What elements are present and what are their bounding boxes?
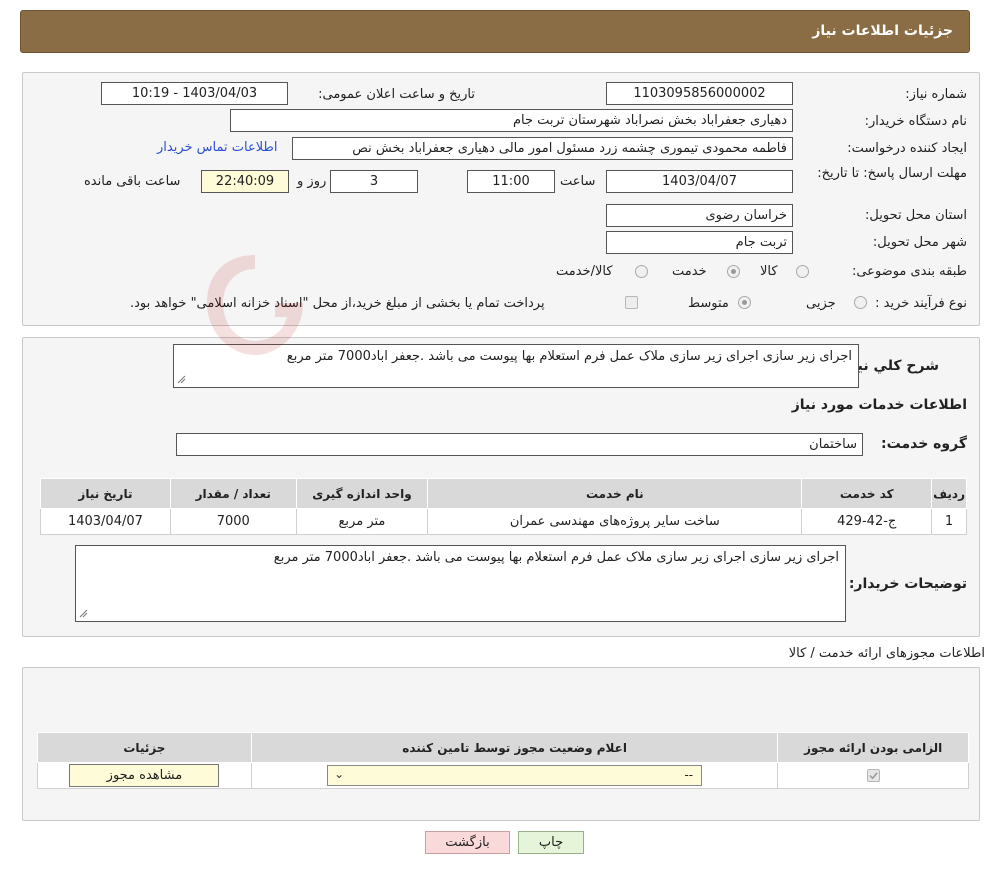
- deadline-date-field: 1403/04/07: [606, 170, 793, 193]
- col-permit-status: اعلام وضعیت مجوز توسط تامین کننده: [250, 732, 779, 763]
- col-permit-required: الزامی بودن ارائه مجوز: [777, 732, 969, 763]
- view-permit-button[interactable]: مشاهده مجوز: [69, 764, 220, 787]
- col-need-date: تاریخ نیاز: [40, 478, 171, 509]
- process-medium-label: متوسط: [688, 296, 729, 311]
- category-goods-service-radio[interactable]: [635, 265, 648, 278]
- cell-service-name: ساخت سایر پروژه‌های مهندسی عمران: [427, 508, 803, 535]
- resize-grip-icon[interactable]: [176, 374, 186, 384]
- category-service-label: خدمت: [672, 264, 707, 279]
- city-field: تربت جام: [606, 231, 793, 254]
- col-service-code: کد خدمت: [801, 478, 933, 509]
- services-section-title: اطلاعات خدمات مورد نياز: [791, 397, 967, 413]
- table-row: 1 ج-42-429 ساخت سایر پروژه‌های مهندسی عم…: [40, 508, 967, 535]
- days-field: 3: [330, 170, 418, 193]
- col-quantity: تعداد / مقدار: [169, 478, 297, 509]
- cell-service-code: ج-42-429: [801, 508, 933, 535]
- page-title: جزئیات اطلاعات نیاز: [812, 23, 953, 39]
- category-goods-label: کالا: [760, 264, 778, 279]
- creator-field: فاطمه محمودی تیموری چشمه زرد مسئول امور …: [292, 137, 793, 160]
- creator-label: ایجاد کننده درخواست:: [847, 141, 967, 156]
- remaining-time-field: 22:40:09: [201, 170, 289, 193]
- need-number-field: 1103095856000002: [606, 82, 793, 105]
- col-unit: واحد اندازه گیری: [295, 478, 429, 509]
- category-goods-service-label: کالا/خدمت: [556, 264, 613, 279]
- permits-table: الزامی بودن ارائه مجوز اعلام وضعیت مجوز …: [37, 732, 969, 789]
- deadline-time-label: ساعت: [560, 174, 596, 189]
- treasury-payment-note: پرداخت تمام یا بخشی از مبلغ خرید،از محل …: [130, 296, 545, 311]
- category-label: طبقه بندی موضوعی:: [851, 264, 967, 279]
- announce-datetime-field: 1403/04/03 - 10:19: [101, 82, 288, 105]
- print-button[interactable]: چاپ: [518, 831, 584, 854]
- page-header: جزئیات اطلاعات نیاز: [20, 10, 970, 53]
- buyer-org-label: نام دستگاه خریدار:: [864, 114, 967, 129]
- resize-grip-icon[interactable]: [78, 608, 88, 618]
- permit-status-select[interactable]: ⌄ --: [327, 765, 703, 786]
- buyer-notes-label: توضیحات خریدار:: [848, 576, 967, 592]
- permit-status-value: --: [684, 768, 694, 782]
- process-minor-label: جزیی: [806, 296, 836, 311]
- service-group-label: گروه خدمت:: [881, 436, 967, 452]
- summary-textarea[interactable]: اجرای زیر سازی اجرای زیر سازی ملاک عمل ف…: [173, 344, 859, 388]
- buyer-org-field: دهیاری جعفراباد بخش نصراباد شهرستان تربت…: [230, 109, 793, 132]
- chevron-down-icon: ⌄: [334, 767, 345, 781]
- cell-row-number: 1: [931, 508, 967, 535]
- service-group-field: ساختمان: [176, 433, 863, 456]
- check-icon: [869, 772, 878, 780]
- process-type-label: نوع فرآیند خرید :: [875, 296, 967, 311]
- permit-required-cell: [777, 762, 969, 789]
- remaining-label: ساعت باقی مانده: [84, 174, 181, 189]
- col-service-name: نام خدمت: [427, 478, 803, 509]
- process-minor-radio[interactable]: [854, 296, 867, 309]
- deadline-label: مهلت ارسال پاسخ: تا تاریخ:: [817, 166, 967, 181]
- province-label: استان محل تحویل:: [865, 208, 967, 223]
- city-label: شهر محل تحویل:: [872, 235, 967, 250]
- treasury-payment-checkbox[interactable]: [625, 296, 638, 309]
- permits-section-title: اطلاعات مجوزهای ارائه خدمت / کالا: [788, 646, 985, 661]
- cell-need-date: 1403/04/07: [40, 508, 171, 535]
- permit-status-cell: ⌄ --: [250, 762, 779, 789]
- cell-quantity: 7000: [169, 508, 297, 535]
- category-service-radio[interactable]: [727, 265, 740, 278]
- col-permit-details: جزئیات: [37, 732, 252, 763]
- buyer-notes-textarea[interactable]: اجرای زیر سازی اجرای زیر سازی ملاک عمل ف…: [75, 545, 846, 622]
- table-row: ⌄ -- مشاهده مجوز: [37, 762, 969, 789]
- permit-details-cell: مشاهده مجوز: [37, 762, 252, 789]
- permits-table-header: الزامی بودن ارائه مجوز اعلام وضعیت مجوز …: [37, 732, 969, 763]
- col-row-number: رديف: [931, 478, 967, 509]
- province-field: خراسان رضوی: [606, 204, 793, 227]
- need-number-label: شماره نیاز:: [905, 87, 967, 102]
- permit-required-checkbox: [866, 769, 880, 782]
- process-medium-radio[interactable]: [738, 296, 751, 309]
- services-table: رديف کد خدمت نام خدمت واحد اندازه گیری ت…: [40, 478, 967, 535]
- announce-datetime-label: تاریخ و ساعت اعلان عمومی:: [318, 87, 475, 102]
- cell-unit: متر مربع: [295, 508, 429, 535]
- buyer-contact-link[interactable]: اطلاعات تماس خریدار: [157, 140, 277, 155]
- services-table-header: رديف کد خدمت نام خدمت واحد اندازه گیری ت…: [40, 478, 967, 509]
- days-label: روز و: [297, 174, 327, 189]
- back-button[interactable]: بازگشت: [425, 831, 510, 854]
- category-goods-radio[interactable]: [796, 265, 809, 278]
- deadline-time-field: 11:00: [467, 170, 555, 193]
